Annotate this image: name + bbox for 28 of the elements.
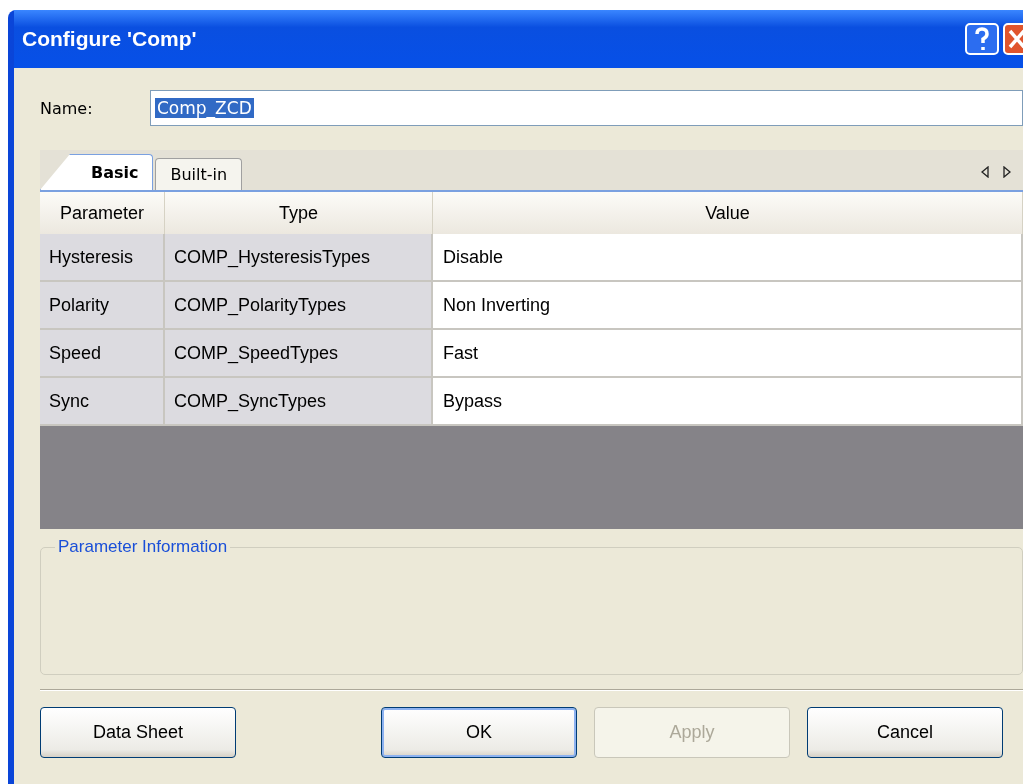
table-cell: Hysteresis — [40, 234, 165, 282]
table-cell[interactable]: Non Inverting — [433, 282, 1023, 330]
tab[interactable]: Built-in — [155, 158, 243, 190]
tab[interactable]: Basic — [40, 154, 154, 190]
window-title: Configure 'Comp' — [22, 27, 198, 51]
close-icon[interactable] — [1003, 23, 1023, 55]
scroll-right-icon[interactable] — [1003, 166, 1011, 178]
table-cell: Speed — [40, 330, 165, 378]
dialog-button[interactable]: Cancel — [807, 707, 1003, 758]
table-cell: Polarity — [40, 282, 165, 330]
table-cell[interactable]: Fast — [433, 330, 1023, 378]
name-field[interactable]: Comp_ZCD — [150, 90, 1023, 126]
table-cell: COMP_SpeedTypes — [165, 330, 433, 378]
column-header[interactable]: Parameter — [40, 192, 165, 234]
table-cell: COMP_PolarityTypes — [165, 282, 433, 330]
column-header[interactable]: Value — [433, 192, 1023, 234]
scroll-left-icon[interactable] — [981, 166, 989, 178]
table-cell[interactable]: Bypass — [433, 378, 1023, 426]
column-header[interactable]: Type — [165, 192, 433, 234]
dialog-button[interactable]: OK — [381, 707, 577, 758]
table-cell[interactable]: Disable — [433, 234, 1023, 282]
table-cell: COMP_SyncTypes — [165, 378, 433, 426]
table-cell: COMP_HysteresisTypes — [165, 234, 433, 282]
name-value: Comp_ZCD — [155, 98, 254, 118]
help-icon[interactable] — [965, 23, 999, 55]
table-cell: Sync — [40, 378, 165, 426]
dialog-button[interactable]: Data Sheet — [40, 707, 236, 758]
name-label: Name: — [40, 98, 94, 118]
